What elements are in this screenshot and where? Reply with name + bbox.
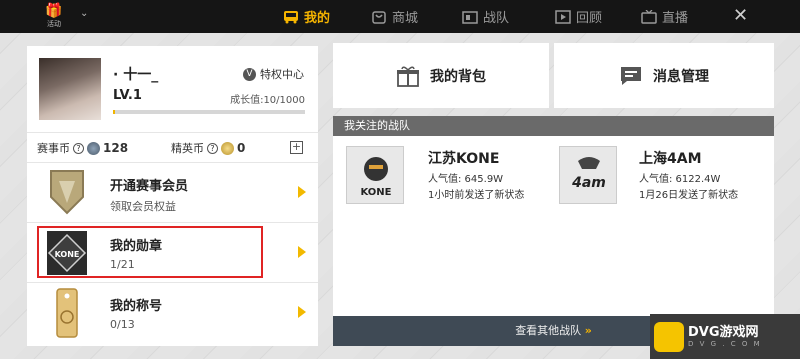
gift-icon: 🎁	[45, 3, 63, 19]
activity-label: 活动	[47, 20, 61, 28]
medals-sub: 1/21	[110, 258, 135, 271]
event-coin-value: 128	[103, 141, 129, 155]
double-chevron-right-icon: »	[584, 324, 592, 337]
watermark-title: DVG游戏网	[688, 324, 759, 340]
growth-progress-bar	[113, 110, 305, 114]
tab-live-label: 直播	[662, 11, 689, 26]
tab-mine[interactable]: 我的	[283, 0, 330, 33]
close-icon[interactable]: ✕	[733, 6, 748, 26]
team-name: 上海4AM	[639, 151, 702, 167]
membership-shield-icon	[41, 167, 93, 219]
list-item-membership[interactable]: 开通赛事会员 领取会员权益	[27, 162, 318, 222]
watermark: DVG游戏网 D V G . C O M	[650, 314, 800, 359]
help-icon[interactable]: ?	[207, 142, 218, 154]
bus-icon	[283, 10, 299, 24]
arrow-right-icon	[298, 186, 306, 198]
team-logo-kone: KONE	[346, 146, 404, 204]
medal-icon: KONE	[41, 227, 93, 279]
view-other-teams-label: 查看其他战队	[515, 324, 582, 337]
avatar[interactable]	[39, 58, 101, 120]
privilege-label: 特权中心	[260, 68, 304, 81]
team-name: 江苏KONE	[428, 151, 500, 167]
team-popularity: 人气值: 645.9W	[428, 174, 504, 185]
team-status: 1小时前发送了新状态	[428, 190, 525, 201]
team-popularity: 人气值: 6122.4W	[639, 174, 721, 185]
privilege-center-link[interactable]: V 特权中心	[243, 66, 304, 82]
add-coin-button[interactable]: +	[290, 141, 303, 154]
backpack-label: 我的背包	[430, 68, 486, 85]
tab-team[interactable]: 战队	[462, 0, 509, 33]
team-logo-4am-text: 4am	[571, 175, 606, 191]
team-status: 1月26日发送了新状态	[639, 190, 739, 201]
watermark-sub: D V G . C O M	[688, 339, 762, 348]
shop-icon	[371, 10, 387, 24]
tab-live[interactable]: 直播	[641, 0, 688, 33]
titles-title: 我的称号	[110, 299, 163, 314]
activity-button[interactable]: 🎁 活动	[40, 2, 68, 30]
team-logo-4am: 4am	[559, 146, 617, 204]
arrow-right-icon	[298, 306, 306, 318]
top-nav-bar: 🎁 活动 ⌄ 我的 商城 战队 回顾 直播 ✕	[0, 0, 800, 33]
membership-sub: 领取会员权益	[110, 200, 176, 213]
elite-coin-label: 精英币	[171, 142, 204, 155]
list-item-medals[interactable]: KONE 我的勋章 1/21	[27, 222, 318, 282]
elite-coin-icon	[221, 141, 234, 155]
team-logo-kone-text: KONE	[360, 187, 391, 198]
titles-sub: 0/13	[110, 318, 135, 331]
live-icon	[641, 9, 657, 24]
tab-mine-label: 我的	[304, 11, 331, 26]
growth-value: 成长值:10/1000	[230, 95, 305, 106]
list-item-titles[interactable]: 我的称号 0/13	[27, 282, 318, 342]
tab-review[interactable]: 回顾	[555, 0, 602, 33]
username: · 十一_	[113, 67, 159, 83]
vip-badge-icon: V	[243, 67, 256, 81]
event-coin: 赛事币 ? 128	[37, 140, 128, 156]
membership-title: 开通赛事会员	[110, 179, 189, 194]
review-icon	[555, 9, 571, 24]
tab-shop-label: 商城	[392, 11, 419, 26]
tab-review-label: 回顾	[576, 11, 603, 26]
chevron-down-icon[interactable]: ⌄	[80, 8, 88, 19]
medals-title: 我的勋章	[110, 239, 163, 254]
growth-progress-fill	[113, 110, 115, 114]
coins-row: 赛事币 ? 128 精英币 ? 0 +	[27, 132, 318, 162]
event-coin-icon	[87, 141, 100, 155]
backpack-button[interactable]: 我的背包	[333, 43, 549, 108]
tab-shop[interactable]: 商城	[371, 0, 418, 33]
profile-panel: · 十一_ V 特权中心 LV.1 成长值:10/1000 赛事币 ? 128 …	[27, 46, 318, 346]
elite-coin: 精英币 ? 0	[171, 140, 245, 156]
tab-team-label: 战队	[483, 11, 510, 26]
messages-label: 消息管理	[653, 68, 709, 85]
user-level: LV.1	[113, 88, 142, 103]
message-icon	[621, 66, 641, 85]
elite-coin-value: 0	[237, 141, 246, 155]
team-icon	[462, 10, 478, 24]
help-icon[interactable]: ?	[73, 142, 84, 154]
watermark-logo-icon	[654, 321, 684, 352]
message-manage-button[interactable]: 消息管理	[554, 43, 774, 108]
svg-text:KONE: KONE	[55, 250, 80, 259]
followed-teams-panel: 我关注的战队 KONE 江苏KONE 人气值: 645.9W 1小时前发送了新状…	[333, 116, 774, 346]
backpack-gift-icon	[397, 66, 419, 87]
teams-header: 我关注的战队	[333, 116, 774, 136]
event-coin-label: 赛事币	[37, 142, 70, 155]
arrow-right-icon	[298, 246, 306, 258]
title-tag-icon	[41, 287, 93, 339]
